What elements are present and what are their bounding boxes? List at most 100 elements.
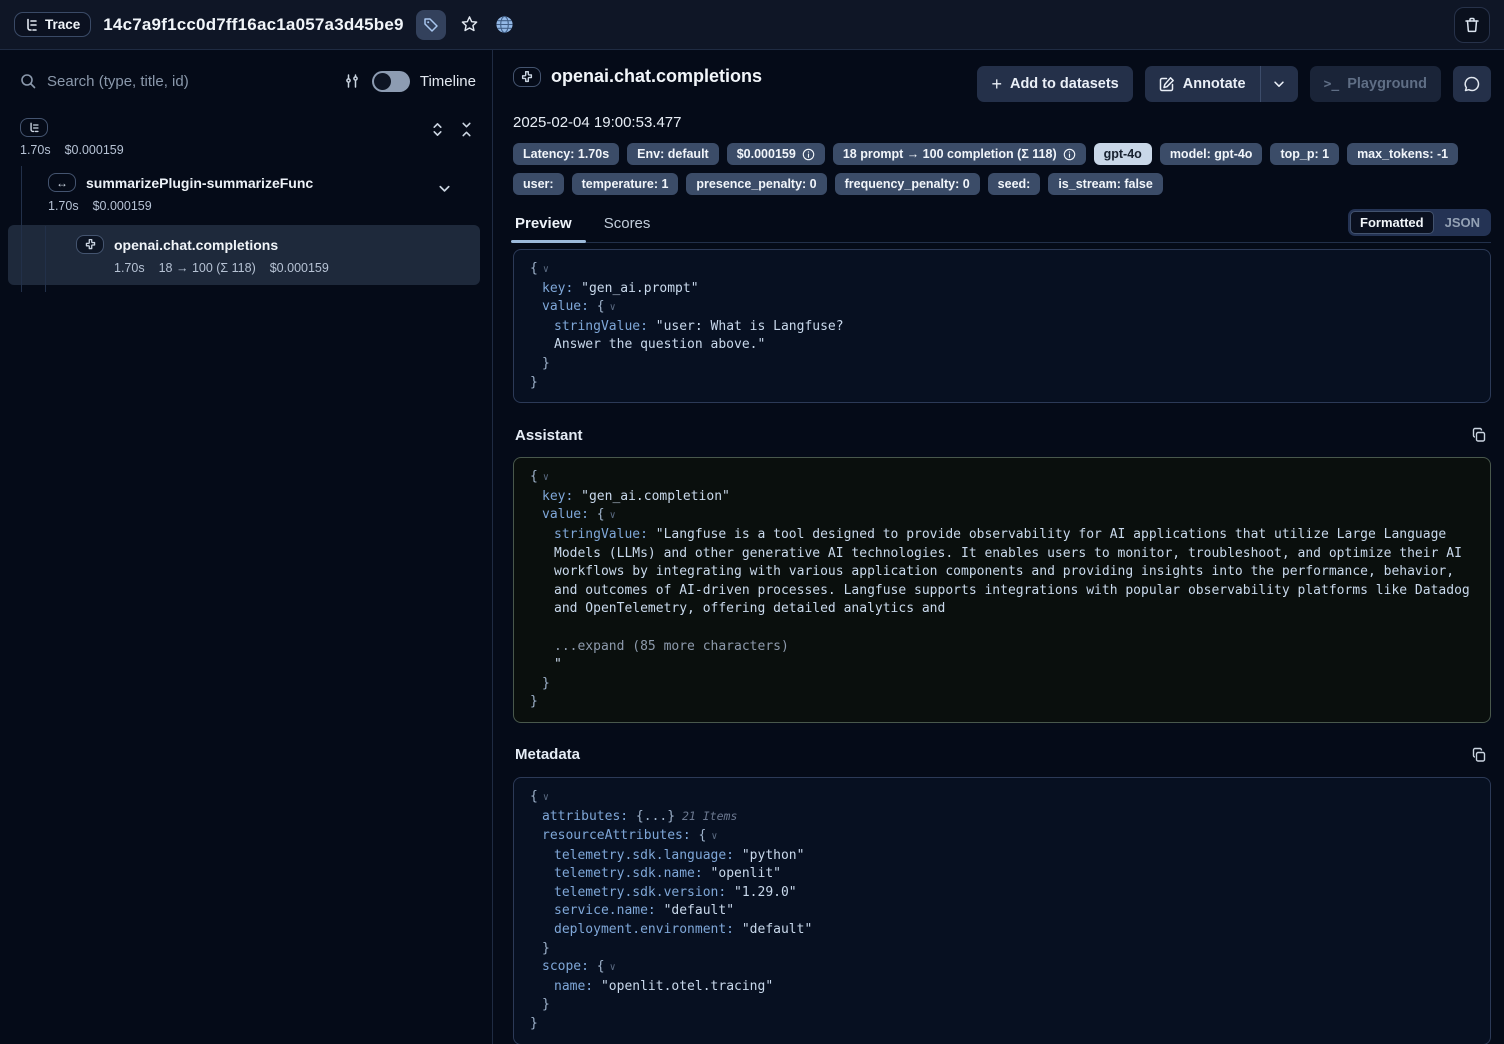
code-line: value: {∨	[530, 506, 1474, 526]
info-icon[interactable]	[1063, 148, 1076, 161]
badge: user:	[513, 173, 564, 195]
expand-all-button[interactable]	[428, 120, 447, 139]
tree-node-span[interactable]: ↔ summarizePlugin-summarizeFunc 1.70s $0…	[48, 173, 480, 213]
badge: is_stream: false	[1048, 173, 1163, 195]
trace-cost: $0.000159	[65, 143, 124, 157]
code-line: telemetry.sdk.name: "openlit"	[530, 865, 1474, 884]
public-share-button[interactable]	[493, 13, 516, 36]
badge: temperature: 1	[572, 173, 679, 195]
badge: presence_penalty: 0	[686, 173, 826, 195]
trash-icon	[1463, 16, 1481, 34]
trace-node-badge[interactable]	[20, 118, 48, 137]
badge: Latency: 1.70s	[513, 143, 619, 165]
filter-sliders-button[interactable]	[342, 71, 362, 91]
section-heading-assistant: Assistant	[515, 425, 1489, 445]
observation-detail-panel: openai.chat.completions + Add to dataset…	[492, 50, 1504, 1044]
badge: top_p: 1	[1270, 143, 1339, 165]
tree-node-generation-selected[interactable]: openai.chat.completions 1.70s 18 → 100 (…	[8, 225, 480, 285]
generation-icon	[520, 70, 534, 84]
comments-button[interactable]	[1453, 66, 1491, 102]
code-line: {∨	[530, 788, 1474, 808]
collapse-caret-icon[interactable]: ∨	[543, 792, 549, 803]
span-node-badge: ↔	[48, 173, 76, 192]
expand-link[interactable]: ...expand (85 more characters)	[554, 639, 789, 654]
search-input[interactable]	[47, 73, 332, 90]
delete-trace-button[interactable]	[1454, 7, 1490, 43]
trace-duration: 1.70s	[20, 143, 51, 157]
tab-preview[interactable]: Preview	[513, 209, 574, 242]
trace-type-badge[interactable]: Trace	[14, 12, 91, 37]
generation-cost: $0.000159	[270, 261, 329, 275]
collapse-all-button[interactable]	[457, 120, 476, 139]
badge: 18 prompt → 100 completion (Σ 118)	[833, 143, 1086, 165]
tab-scores[interactable]: Scores	[602, 209, 653, 242]
annotate-dropdown-button[interactable]	[1260, 66, 1298, 102]
pencil-square-icon	[1159, 76, 1175, 92]
code-line: }	[530, 996, 1474, 1015]
view-formatted-segment[interactable]: Formatted	[1350, 211, 1434, 234]
trace-id: 14c7a9f1cc0d7ff16ac1a057a3d45be9	[103, 15, 403, 35]
code-line: resourceAttributes: {∨	[530, 827, 1474, 847]
collapse-caret-icon[interactable]: ∨	[711, 831, 717, 842]
copy-button[interactable]	[1469, 745, 1489, 765]
code-line: key: "gen_ai.completion"	[530, 488, 1474, 507]
trace-type-label: Trace	[45, 17, 80, 32]
page-title: openai.chat.completions	[551, 66, 762, 87]
generation-name: openai.chat.completions	[114, 237, 278, 253]
collapse-caret-icon[interactable]: ∨	[610, 510, 616, 521]
chevron-down-icon	[1272, 77, 1286, 91]
code-line: telemetry.sdk.language: "python"	[530, 847, 1474, 866]
badge: $0.000159	[727, 143, 825, 165]
badge: gpt-4o	[1094, 143, 1152, 165]
chat-bubble-icon	[1463, 75, 1481, 93]
globe-icon	[495, 15, 514, 34]
trace-tree-sidebar: Timeline 1.70s $0.000	[0, 50, 492, 1044]
collapse-caret-icon[interactable]: ∨	[543, 472, 549, 483]
badge: seed:	[988, 173, 1041, 195]
tree-icon	[28, 122, 41, 134]
observation-timestamp: 2025-02-04 19:00:53.477	[513, 114, 1491, 131]
code-block-metadata: {∨attributes: {...} 21 ItemsresourceAttr…	[513, 777, 1491, 1044]
annotate-button[interactable]: Annotate	[1145, 66, 1260, 102]
code-line: name: "openlit.otel.tracing"	[530, 978, 1474, 997]
collapse-caret-icon[interactable]: ∨	[610, 302, 616, 313]
code-line: deployment.environment: "default"	[530, 921, 1474, 940]
copy-button[interactable]	[1469, 425, 1489, 445]
code-line: "	[530, 656, 1474, 675]
code-block-input: {∨key: "gen_ai.prompt"value: {∨stringVal…	[513, 249, 1491, 403]
topbar: Trace 14c7a9f1cc0d7ff16ac1a057a3d45be9	[0, 0, 1504, 50]
tree-node-trace[interactable]: 1.70s $0.000159	[20, 118, 124, 157]
bookmark-star-button[interactable]	[458, 13, 481, 36]
add-to-datasets-button[interactable]: + Add to datasets	[977, 66, 1132, 102]
terminal-icon: >_	[1324, 77, 1340, 92]
code-line	[530, 619, 1474, 638]
code-block-assistant: {∨key: "gen_ai.completion"value: {∨strin…	[513, 457, 1491, 723]
generation-badge	[513, 67, 541, 87]
code-line: }	[530, 1015, 1474, 1034]
code-line: stringValue: "user: What is Langfuse?	[530, 318, 1474, 337]
playground-button[interactable]: >_ Playground	[1310, 66, 1441, 102]
plus-icon: +	[991, 75, 1002, 93]
badge: model: gpt-4o	[1160, 143, 1263, 165]
metadata-badges: Latency: 1.70sEnv: default$0.00015918 pr…	[513, 143, 1491, 195]
detail-tabs: Preview Scores	[513, 209, 652, 242]
section-title: Assistant	[515, 427, 583, 444]
timeline-toggle[interactable]	[372, 71, 410, 92]
code-line: {∨	[530, 260, 1474, 280]
generation-tokens: 18 → 100 (Σ 118)	[159, 261, 256, 275]
code-line: key: "gen_ai.prompt"	[530, 280, 1474, 299]
collapse-caret-icon[interactable]: ∨	[543, 264, 549, 275]
sliders-icon	[344, 73, 360, 89]
tag-button[interactable]	[416, 10, 446, 40]
view-json-segment[interactable]: JSON	[1436, 212, 1489, 233]
chevron-down-icon[interactable]	[437, 181, 452, 196]
tree-icon	[25, 18, 39, 32]
generation-icon	[84, 238, 97, 251]
code-line: ...expand (85 more characters)	[530, 638, 1474, 657]
info-icon[interactable]	[802, 148, 815, 161]
view-mode-toggle: Formatted JSON	[1348, 209, 1491, 236]
trace-tree: 1.70s $0.000159	[0, 118, 492, 285]
code-line: service.name: "default"	[530, 902, 1474, 921]
code-line: }	[530, 374, 1474, 393]
collapse-caret-icon[interactable]: ∨	[610, 962, 616, 973]
